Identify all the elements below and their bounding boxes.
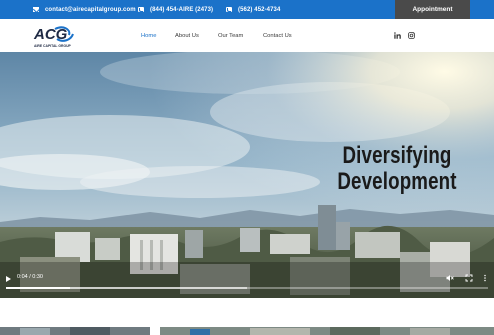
next-section-image-strip xyxy=(0,325,494,335)
phone-primary-text: (844) 454-AIRE (2473) xyxy=(150,6,214,13)
email-text: contact@airecapitalgroup.com xyxy=(45,6,136,13)
email-link[interactable]: contact@airecapitalgroup.com xyxy=(33,0,136,19)
hero-headline: Diversifying Development xyxy=(335,143,458,195)
instagram-link[interactable] xyxy=(408,19,415,52)
nav-contact-us[interactable]: Contact Us xyxy=(263,19,292,52)
phone-secondary-text: (562) 452-4734 xyxy=(238,6,281,13)
logo-company-text: AIRE CAPITAL GROUP xyxy=(34,44,72,48)
instagram-icon xyxy=(408,32,415,39)
mail-icon xyxy=(33,7,39,12)
fullscreen-icon[interactable] xyxy=(465,274,473,282)
logo-mark-graphic: ACG AIRE CAPITAL GROUP xyxy=(33,26,74,48)
play-icon[interactable] xyxy=(6,276,11,282)
hero-video[interactable]: Diversifying Development xyxy=(0,52,494,298)
phone-secondary-link[interactable]: (562) 452-4734 xyxy=(226,0,280,19)
top-contact-bar: contact@airecapitalgroup.com (844) 454-A… xyxy=(0,0,494,19)
nav-about-us[interactable]: About Us xyxy=(175,19,199,52)
nav-home[interactable]: Home xyxy=(141,19,156,52)
mute-icon[interactable] xyxy=(446,274,454,282)
video-progress-bar[interactable] xyxy=(6,287,488,289)
phone-icon xyxy=(226,7,232,12)
site-header: ACG AIRE CAPITAL GROUP Home About Us Our… xyxy=(0,19,494,52)
hero-headline-line1: Diversifying xyxy=(342,142,452,169)
hero-headline-line2: Development xyxy=(337,168,457,195)
video-progress-fill xyxy=(6,287,71,289)
phone-primary-link[interactable]: (844) 454-AIRE (2473) xyxy=(138,0,213,19)
video-time-display: 0:04 / 0:30 xyxy=(17,274,43,280)
linkedin-icon xyxy=(394,32,401,39)
appointment-button[interactable]: Appointment xyxy=(395,0,470,19)
linkedin-link[interactable] xyxy=(394,19,401,52)
more-options-icon[interactable] xyxy=(481,274,489,282)
company-logo[interactable]: ACG AIRE CAPITAL GROUP xyxy=(33,23,75,49)
phone-icon xyxy=(138,7,144,12)
nav-our-team[interactable]: Our Team xyxy=(218,19,243,52)
